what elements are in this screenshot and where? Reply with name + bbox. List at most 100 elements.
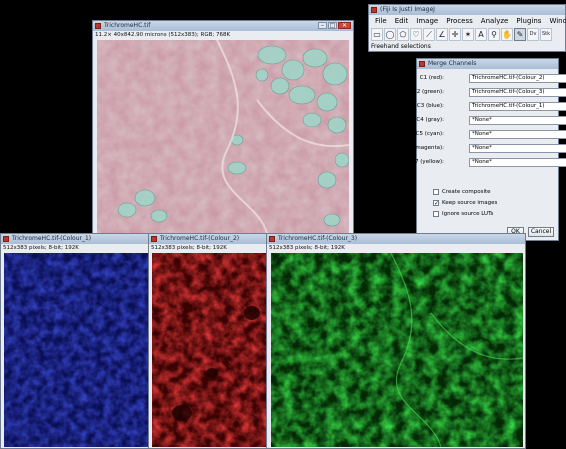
histology-image-canvas[interactable] bbox=[97, 40, 349, 233]
option-label: Ignore source LUTs bbox=[442, 210, 494, 217]
channel-row: C3 (blue): TrichromeHC.tif-(Colour_1)▾ bbox=[416, 101, 566, 112]
channel-row: C1 (red): TrichromeHC.tif-(Colour_2)▾ bbox=[417, 73, 566, 84]
channel-select[interactable]: TrichromeHC.tif-(Colour_1)▾ bbox=[469, 102, 566, 111]
maximize-button[interactable]: □ bbox=[328, 22, 337, 29]
status-text: Freehand selections bbox=[371, 43, 431, 50]
channel-select-value: *None* bbox=[472, 131, 492, 137]
color-picker-icon[interactable]: ✎ bbox=[514, 28, 526, 41]
channel-select[interactable]: TrichromeHC.tif-(Colour_3)▾ bbox=[469, 88, 566, 97]
merge-channels-dialog[interactable]: Merge Channels C1 (red): TrichromeHC.tif-… bbox=[404, 58, 566, 241]
green-channel-image bbox=[271, 253, 523, 447]
imagej-icon bbox=[151, 236, 157, 242]
menu-process[interactable]: Process bbox=[442, 16, 477, 26]
menu-plugins[interactable]: Plugins bbox=[512, 16, 545, 26]
menu-analyze[interactable]: Analyze bbox=[477, 16, 513, 26]
image-info: 512x383 pixels; 8-bit; 192K bbox=[269, 245, 345, 251]
imagej-icon bbox=[419, 61, 425, 67]
window-titlebar[interactable]: TrichromeHC.tif-(Colour_2) bbox=[149, 234, 271, 244]
option-label: Keep source images bbox=[442, 199, 498, 206]
channel-select-value: TrichromeHC.tif-(Colour_3) bbox=[472, 89, 545, 95]
channel-select[interactable]: *None*▾ bbox=[469, 130, 566, 139]
imagej-icon bbox=[371, 7, 377, 13]
stk-tool-icon[interactable]: Stk bbox=[540, 28, 552, 41]
dialog-title: Merge Channels bbox=[428, 60, 477, 67]
imagej-toolbar-window[interactable]: (Fiji Is Just) ImageJ File Edit Image Pr… bbox=[368, 4, 566, 52]
window-title: TrichromeHC.tif-(Colour_2) bbox=[160, 235, 240, 242]
channel-select[interactable]: *None*▾ bbox=[469, 158, 566, 167]
blue-channel-image bbox=[4, 253, 154, 447]
menu-image[interactable]: Image bbox=[412, 16, 442, 26]
window-title: TrichromeHC.tif-(Colour_3) bbox=[278, 235, 358, 242]
image-info: 11.2× 40x842.90 microns (512x383); RGB; … bbox=[95, 32, 231, 38]
menu-window[interactable]: Window bbox=[545, 16, 566, 26]
point-tool-icon[interactable]: ✛ bbox=[449, 28, 461, 41]
minimize-button[interactable]: – bbox=[318, 22, 327, 29]
channel-canvas-blue[interactable] bbox=[4, 253, 154, 447]
image-info: 512x383 pixels; 8-bit; 192K bbox=[3, 245, 79, 251]
dialog-titlebar[interactable]: Merge Channels bbox=[417, 59, 558, 69]
close-button[interactable]: ✕ bbox=[338, 22, 351, 29]
window-title: (Fiji Is Just) ImageJ bbox=[380, 6, 435, 13]
channel-label: C2 (green): bbox=[412, 89, 444, 95]
channel-row: C6 (magenta): *None*▾ bbox=[404, 143, 566, 154]
imagej-icon bbox=[3, 236, 9, 242]
keep-source-checkbox[interactable]: ✓ bbox=[433, 199, 439, 206]
channel-label: C5 (cyan): bbox=[415, 131, 444, 137]
channel-label: C4 (gray): bbox=[416, 117, 444, 123]
option-create-composite[interactable]: Create composite bbox=[433, 187, 491, 196]
dev-tool-icon[interactable]: Dv bbox=[527, 28, 539, 41]
red-channel-image bbox=[152, 253, 270, 447]
channel-label: C7 (yellow): bbox=[411, 159, 444, 165]
channel-select-value: *None* bbox=[472, 159, 492, 165]
oval-tool-icon[interactable]: ◯ bbox=[384, 28, 396, 41]
channel-select[interactable]: *None*▾ bbox=[469, 144, 566, 153]
imagej-icon bbox=[269, 236, 275, 242]
magnifier-tool-icon[interactable]: ⚲ bbox=[488, 28, 500, 41]
channel-label: C6 (magenta): bbox=[404, 145, 444, 151]
option-label: Create composite bbox=[442, 188, 491, 195]
cancel-button[interactable]: Cancel bbox=[528, 227, 554, 237]
histology-image bbox=[97, 40, 349, 233]
menu-edit[interactable]: Edit bbox=[391, 16, 413, 26]
channel-select[interactable]: TrichromeHC.tif-(Colour_2)▾ bbox=[469, 74, 566, 83]
channel-window-blue[interactable]: TrichromeHC.tif-(Colour_1) 512x383 pixel… bbox=[0, 233, 156, 449]
ignore-luts-checkbox[interactable] bbox=[433, 210, 439, 217]
text-tool-icon[interactable]: A bbox=[475, 28, 487, 41]
angle-tool-icon[interactable]: ∠ bbox=[436, 28, 448, 41]
channel-canvas-red[interactable] bbox=[152, 253, 270, 447]
channel-row: C2 (green): TrichromeHC.tif-(Colour_3)▾ bbox=[413, 87, 566, 98]
window-titlebar[interactable]: TrichromeHC.tif-(Colour_1) bbox=[1, 234, 155, 244]
imagej-icon bbox=[95, 23, 101, 29]
channel-select-value: *None* bbox=[472, 145, 492, 151]
window-titlebar[interactable]: TrichromeHC.tif – □ ✕ bbox=[93, 21, 353, 31]
histology-image-window[interactable]: TrichromeHC.tif – □ ✕ 11.2× 40x842.90 mi… bbox=[92, 20, 354, 236]
channel-select[interactable]: *None*▾ bbox=[469, 116, 566, 125]
window-titlebar[interactable]: (Fiji Is Just) ImageJ bbox=[369, 5, 565, 15]
create-composite-checkbox[interactable] bbox=[433, 188, 439, 195]
hand-tool-icon[interactable]: ✋ bbox=[501, 28, 513, 41]
channel-window-red[interactable]: TrichromeHC.tif-(Colour_2) 512x383 pixel… bbox=[148, 233, 272, 449]
window-title: TrichromeHC.tif bbox=[104, 22, 151, 29]
image-info: 512x383 pixels; 8-bit; 192K bbox=[151, 245, 227, 251]
option-keep-source[interactable]: ✓ Keep source images bbox=[433, 198, 497, 207]
channel-select-value: TrichromeHC.tif-(Colour_2) bbox=[472, 75, 545, 81]
rectangle-tool-icon[interactable]: ▭ bbox=[371, 28, 383, 41]
menu-bar: File Edit Image Process Analyze Plugins … bbox=[371, 16, 566, 26]
window-titlebar[interactable]: TrichromeHC.tif-(Colour_3) bbox=[267, 234, 525, 244]
option-ignore-luts[interactable]: Ignore source LUTs bbox=[433, 209, 493, 218]
channel-canvas-green[interactable] bbox=[271, 253, 523, 447]
polygon-tool-icon[interactable]: ⬠ bbox=[397, 28, 409, 41]
channel-label: C1 (red): bbox=[419, 75, 444, 81]
freehand-tool-icon[interactable]: ♡ bbox=[410, 28, 422, 41]
line-tool-icon[interactable]: ⟋ bbox=[423, 28, 435, 41]
channel-select-value: TrichromeHC.tif-(Colour_1) bbox=[472, 103, 545, 109]
window-title: TrichromeHC.tif-(Colour_1) bbox=[12, 235, 92, 242]
menu-file[interactable]: File bbox=[371, 16, 391, 26]
channel-row: C4 (gray): *None*▾ bbox=[416, 115, 566, 126]
channel-label: C3 (blue): bbox=[416, 103, 444, 109]
channel-window-green[interactable]: TrichromeHC.tif-(Colour_3) 512x383 pixel… bbox=[266, 233, 526, 449]
tool-buttons: ▭ ◯ ⬠ ♡ ⟋ ∠ ✛ ✶ A ⚲ ✋ ✎ Dv Stk bbox=[371, 28, 552, 42]
channel-row: C7 (yellow): *None*▾ bbox=[411, 157, 566, 168]
channel-select-value: *None* bbox=[472, 117, 492, 123]
wand-tool-icon[interactable]: ✶ bbox=[462, 28, 474, 41]
